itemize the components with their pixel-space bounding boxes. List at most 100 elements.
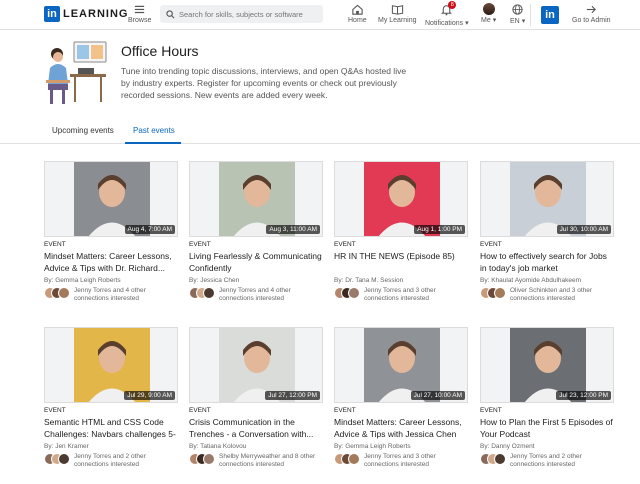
avatar [494, 453, 506, 465]
connections-interested: Jenny Torres and 3 other connections int… [334, 453, 468, 469]
browse-label: Browse [128, 17, 152, 24]
grid-menu-icon [135, 5, 145, 14]
event-title[interactable]: Mindset Matters: Career Lessons, Advice … [44, 250, 178, 274]
page-description: Tune into trending topic discussions, in… [121, 66, 407, 100]
connections-interested: Oliver Schinkten and 3 other connections… [480, 287, 614, 303]
event-card[interactable]: Jul 27, 12:00 PM EVENT Crisis Communicat… [189, 327, 323, 469]
interest-text: Jenny Torres and 4 other connections int… [219, 287, 291, 302]
avatar [348, 287, 360, 299]
event-time-badge: Jul 27, 10:00 AM [410, 391, 465, 400]
brand[interactable]: in LEARNING [44, 6, 128, 22]
event-title[interactable]: Living Fearlessly & Communicating Confid… [189, 250, 323, 274]
search-icon [166, 9, 175, 18]
event-type-label: EVENT [44, 407, 66, 414]
connections-interested: Shelby Merryweather and 8 other connecti… [189, 453, 323, 469]
browse-button[interactable]: Browse [128, 3, 151, 24]
avatar [58, 287, 70, 299]
caret-down-icon: ▾ [465, 20, 469, 27]
event-card[interactable]: Jul 27, 10:00 AM EVENT Mindset Matters: … [334, 327, 468, 469]
arrow-right-icon [586, 5, 596, 14]
connection-avatars [480, 287, 510, 299]
notifications-button[interactable]: 8 Notifications ▾ [425, 1, 469, 27]
top-nav: in LEARNING Browse Home My Learning 8 No… [0, 0, 640, 30]
avatar [348, 453, 360, 465]
event-type-label: EVENT [334, 407, 356, 414]
event-author: By: Danny Ozment [480, 443, 535, 450]
event-author: By: Tatiana Kolovou [189, 443, 247, 450]
linkedin-logo: in [44, 6, 60, 22]
connection-avatars [189, 453, 219, 465]
event-card[interactable]: Jul 23, 12:00 PM EVENT How to Plan the F… [480, 327, 614, 469]
event-type-label: EVENT [334, 241, 356, 248]
event-title[interactable]: Mindset Matters: Career Lessons, Advice … [334, 416, 468, 440]
event-thumbnail[interactable]: Aug 4, 7:00 AM [44, 161, 178, 237]
home-label: Home [348, 17, 367, 24]
interest-text: Jenny Torres and 4 other connections int… [74, 287, 146, 302]
page-title: Office Hours [121, 43, 199, 59]
connection-avatars [334, 453, 364, 465]
me-menu[interactable]: Me ▾ [481, 3, 496, 24]
event-title[interactable]: How to effectively search for Jobs in to… [480, 250, 614, 274]
avatar [58, 453, 70, 465]
event-thumbnail[interactable]: Jul 27, 12:00 PM [189, 327, 323, 403]
event-thumbnail[interactable]: Aug 3, 11:00 AM [189, 161, 323, 237]
event-author: By: Jen Kramer [44, 443, 89, 450]
my-learning-label: My Learning [378, 17, 417, 24]
tab-upcoming-events[interactable]: Upcoming events [52, 126, 114, 135]
caret-down-icon: ▾ [521, 18, 526, 25]
event-thumbnail[interactable]: Jul 27, 10:00 AM [334, 327, 468, 403]
connection-avatars [480, 453, 510, 465]
search-input[interactable] [179, 9, 319, 19]
active-tab-indicator [125, 142, 181, 144]
linkedin-admin-logo[interactable]: in [541, 6, 559, 24]
go-to-admin-label: Go to Admin [572, 17, 611, 24]
home-button[interactable]: Home [348, 3, 367, 24]
my-learning-button[interactable]: My Learning [378, 3, 417, 24]
interest-text: Jenny Torres and 3 other connections int… [364, 287, 436, 302]
connections-interested: Jenny Torres and 2 other connections int… [480, 453, 614, 469]
event-card[interactable]: Jul 30, 10:00 AM EVENT How to effectivel… [480, 161, 614, 303]
go-to-admin-button[interactable]: Go to Admin [572, 3, 611, 24]
interest-text: Jenny Torres and 2 other connections int… [74, 453, 146, 468]
connections-interested: Jenny Torres and 4 other connections int… [44, 287, 178, 303]
interest-text: Shelby Merryweather and 8 other connecti… [219, 453, 316, 468]
event-author: By: Khaulat Ayomide Abdulhakeem [480, 277, 582, 284]
event-tabs: Upcoming events Past events [0, 118, 640, 144]
book-icon [391, 5, 403, 15]
event-card[interactable]: Aug 3, 11:00 AM EVENT Living Fearlessly … [189, 161, 323, 303]
event-type-label: EVENT [44, 241, 66, 248]
avatar [203, 453, 215, 465]
event-thumbnail[interactable]: Jul 29, 9:00 AM [44, 327, 178, 403]
caret-down-icon: ▾ [492, 17, 497, 24]
search-bar[interactable] [160, 5, 323, 23]
connections-interested: Jenny Torres and 3 other connections int… [334, 287, 468, 303]
event-card[interactable]: Aug 4, 7:00 AM EVENT Mindset Matters: Ca… [44, 161, 178, 303]
event-card[interactable]: Aug 1, 1:00 PM EVENT HR IN THE NEWS (Epi… [334, 161, 468, 303]
event-title[interactable]: Semantic HTML and CSS Code Challenges: N… [44, 416, 178, 440]
event-author: By: Gemma Leigh Roberts [334, 443, 411, 450]
event-author: By: Gemma Leigh Roberts [44, 277, 121, 284]
event-title[interactable]: HR IN THE NEWS (Episode 85) [334, 250, 468, 274]
event-time-badge: Jul 23, 12:00 PM [556, 391, 611, 400]
tab-past-events[interactable]: Past events [133, 126, 175, 135]
event-thumbnail[interactable]: Jul 30, 10:00 AM [480, 161, 614, 237]
connections-interested: Jenny Torres and 4 other connections int… [189, 287, 323, 303]
globe-icon [512, 4, 523, 15]
event-thumbnail[interactable]: Jul 23, 12:00 PM [480, 327, 614, 403]
event-time-badge: Aug 3, 11:00 AM [266, 225, 320, 234]
event-card[interactable]: Jul 29, 9:00 AM EVENT Semantic HTML and … [44, 327, 178, 469]
event-title[interactable]: Crisis Communication in the Trenches - a… [189, 416, 323, 440]
language-menu[interactable]: EN ▾ [510, 3, 525, 25]
avatar [203, 287, 215, 299]
me-label: Me ▾ [481, 17, 497, 24]
event-thumbnail[interactable]: Aug 1, 1:00 PM [334, 161, 468, 237]
event-author: By: Jessica Chen [189, 277, 240, 284]
interest-text: Jenny Torres and 2 other connections int… [510, 453, 582, 468]
connection-avatars [44, 287, 74, 299]
event-title[interactable]: How to Plan the First 5 Episodes of Your… [480, 416, 614, 440]
nav-divider [530, 4, 531, 26]
interest-text: Jenny Torres and 3 other connections int… [364, 453, 436, 468]
event-type-label: EVENT [480, 241, 502, 248]
connections-interested: Jenny Torres and 2 other connections int… [44, 453, 178, 469]
avatar [482, 3, 495, 15]
